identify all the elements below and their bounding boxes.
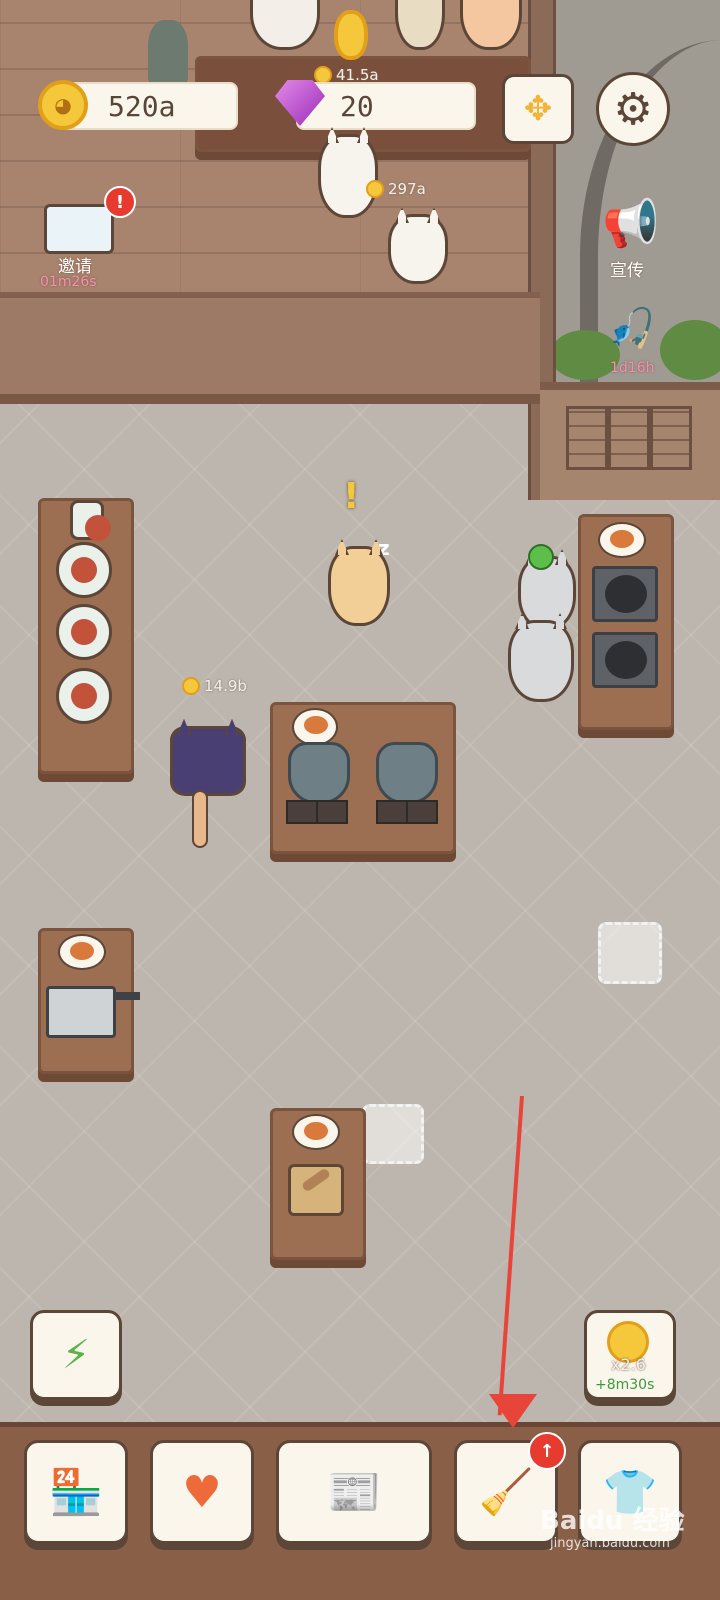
waiter-earning-amount: 297a — [388, 180, 426, 198]
small-coin-icon — [182, 677, 200, 695]
game-scene[interactable]: 520a ◕ 41.5a 20 ✥ ⚙ 297a ! 邀请 01m26s 📢 宣… — [0, 0, 720, 1600]
boost-multiplier: x2.6 — [611, 1355, 646, 1374]
service-counter — [0, 292, 540, 404]
watermark-brand: Baidu 经验 — [540, 1506, 685, 1536]
fried-food-plate — [58, 934, 106, 970]
expand-arrows-icon: ✥ — [523, 89, 553, 129]
steamer-pot[interactable] — [56, 668, 112, 724]
pasta-plate — [292, 1114, 340, 1150]
paint-roller-icon: 🧹 — [478, 1467, 534, 1518]
storefront-icon: 🏪 — [48, 1467, 104, 1518]
gear-icon: ⚙ — [613, 83, 653, 135]
empty-station-slot[interactable] — [362, 1104, 424, 1164]
paw-heart-icon: ♥ — [182, 1466, 222, 1518]
fishing-spot[interactable]: 🎣 — [600, 306, 660, 366]
fishing-timer: 1d16h — [610, 360, 655, 376]
newspaper-search-icon: 📰 — [326, 1467, 382, 1518]
fence-pane — [650, 406, 692, 470]
waiter-cat[interactable] — [388, 214, 448, 284]
megaphone-icon: 📢 — [602, 196, 660, 250]
alert-exclamation[interactable]: ! — [343, 476, 359, 517]
waiter-earning[interactable]: 297a — [366, 180, 426, 198]
envelope-icon — [44, 204, 114, 254]
stove-burner — [376, 800, 408, 824]
invite-alert-badge: ! — [104, 186, 136, 218]
energy-boost-button[interactable]: ⚡ — [30, 1310, 122, 1400]
dish-plate — [598, 522, 646, 558]
income-boost-button[interactable]: x2.6 +8m30s — [584, 1310, 676, 1400]
stock-cauldron[interactable] — [376, 742, 438, 804]
customer-earning-amount: 14.9b — [204, 677, 247, 695]
annotation-arrow-line — [497, 1095, 524, 1416]
nav-shop-button[interactable]: 🏪 — [24, 1440, 128, 1544]
boost-ad-bonus: +8m30s — [595, 1377, 655, 1393]
upgrade-badge: ↑ — [528, 1432, 566, 1470]
coin-drop-icon[interactable] — [334, 10, 368, 60]
lightning-dish-icon: ⚡ — [61, 1332, 91, 1378]
expand-view-button[interactable]: ✥ — [502, 74, 574, 144]
settings-button[interactable]: ⚙ — [596, 72, 670, 146]
stove-burner — [286, 800, 318, 824]
leaf-icon — [528, 544, 554, 570]
gem-counter: 20 — [296, 82, 476, 130]
cake-icon — [70, 500, 111, 541]
fence-pane — [608, 406, 650, 470]
wok-pan[interactable] — [592, 566, 658, 622]
stove-burner — [316, 800, 348, 824]
coin-amount: 520a — [108, 90, 176, 123]
promote-button[interactable]: 📢 — [594, 196, 664, 258]
sleeping-chef-cat[interactable] — [328, 546, 390, 626]
cat-tail — [192, 790, 208, 848]
noodle-bowl — [292, 708, 338, 746]
stock-cauldron[interactable] — [288, 742, 350, 804]
annotation-arrow-head — [489, 1394, 537, 1428]
fence-pane — [566, 406, 608, 470]
cat-coin-icon: ◕ — [38, 80, 88, 130]
invite-timer: 01m26s — [40, 274, 97, 290]
cutting-board[interactable] — [288, 1164, 344, 1216]
lattice-fence — [540, 382, 720, 500]
fryer-handle — [116, 992, 140, 1000]
steamer-pot[interactable] — [56, 542, 112, 598]
nav-cats-button[interactable]: ♥ — [150, 1440, 254, 1544]
rolling-pin-icon — [300, 1167, 332, 1193]
deep-fryer[interactable] — [46, 986, 116, 1038]
fishing-rod-icon: 🎣 — [608, 306, 656, 350]
nav-recipes-button[interactable]: 📰 — [276, 1440, 432, 1544]
chef-cat[interactable] — [508, 620, 574, 702]
wok-pan[interactable] — [592, 632, 658, 688]
steamer-pot[interactable] — [56, 604, 112, 660]
stove-burner — [406, 800, 438, 824]
rock-plant — [148, 20, 188, 84]
watermark-url: jingyan.baidu.com — [550, 1536, 670, 1551]
wizard-customer-cat[interactable] — [170, 726, 246, 796]
waiter-cat[interactable] — [318, 134, 378, 218]
small-coin-icon — [366, 180, 384, 198]
empty-station-slot[interactable] — [598, 922, 662, 984]
gem-amount: 20 — [340, 90, 374, 123]
promote-label: 宣传 — [610, 261, 644, 281]
customer-earning[interactable]: 14.9b — [182, 677, 247, 695]
